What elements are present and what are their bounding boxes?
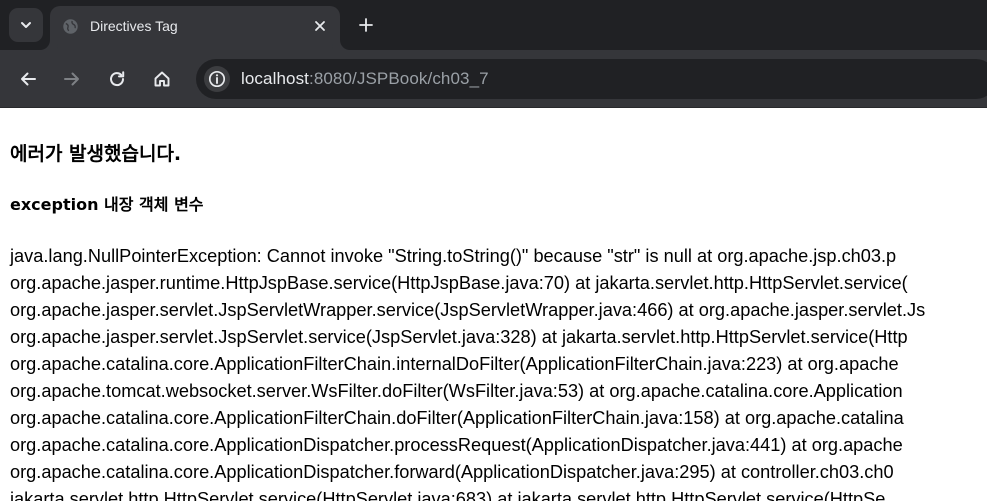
arrow-left-icon	[21, 72, 36, 86]
new-tab-button[interactable]	[353, 12, 379, 38]
stack-trace-line: org.apache.catalina.core.ApplicationFilt…	[10, 408, 904, 428]
plus-icon	[359, 18, 373, 32]
stack-trace-line: org.apache.jasper.runtime.HttpJspBase.se…	[10, 273, 908, 293]
stack-trace-line: org.apache.catalina.core.ApplicationDisp…	[10, 462, 894, 482]
stack-trace: java.lang.NullPointerException: Cannot i…	[10, 243, 987, 501]
globe-icon	[63, 19, 78, 34]
home-button[interactable]	[146, 63, 178, 95]
browser-toolbar: localhost:8080/JSPBook/ch03_7	[0, 50, 987, 108]
tab-title: Directives Tag	[90, 18, 178, 34]
tab-search-button[interactable]	[9, 8, 43, 42]
stack-trace-line: java.lang.NullPointerException: Cannot i…	[10, 246, 897, 266]
reload-button[interactable]	[101, 63, 133, 95]
address-bar[interactable]: localhost:8080/JSPBook/ch03_7	[196, 59, 987, 99]
url-text[interactable]: localhost:8080/JSPBook/ch03_7	[241, 69, 489, 89]
stack-trace-line: org.apache.tomcat.websocket.server.WsFil…	[10, 381, 903, 401]
chevron-down-icon	[21, 22, 31, 28]
back-button[interactable]	[12, 63, 44, 95]
url-path: :8080/JSPBook/ch03_7	[309, 69, 489, 88]
site-info-button[interactable]	[204, 66, 230, 92]
page-title: 에러가 발생했습니다.	[10, 143, 182, 165]
stack-trace-line: org.apache.jasper.servlet.JspServlet.ser…	[10, 327, 908, 347]
tab-active[interactable]: Directives Tag	[50, 6, 340, 50]
stack-trace-line: org.apache.catalina.core.ApplicationDisp…	[10, 435, 903, 455]
page-content: 에러가 발생했습니다. exception 내장 객체 변수 java.lang…	[0, 109, 987, 501]
page-subtitle: exception 내장 객체 변수	[10, 195, 204, 214]
tab-strip: Directives Tag	[0, 0, 987, 50]
stack-trace-line: jakarta.servlet.http.HttpServlet.service…	[10, 489, 886, 501]
home-icon	[154, 71, 170, 87]
forward-button[interactable]	[56, 63, 88, 95]
stack-trace-line: org.apache.catalina.core.ApplicationFilt…	[10, 354, 899, 374]
reload-icon	[110, 71, 125, 87]
tab-close-button[interactable]	[310, 16, 330, 36]
arrow-right-icon	[64, 72, 79, 86]
info-icon	[208, 70, 226, 88]
url-host: localhost	[241, 69, 309, 88]
stack-trace-line: org.apache.jasper.servlet.JspServletWrap…	[10, 300, 926, 320]
close-icon	[315, 21, 325, 31]
